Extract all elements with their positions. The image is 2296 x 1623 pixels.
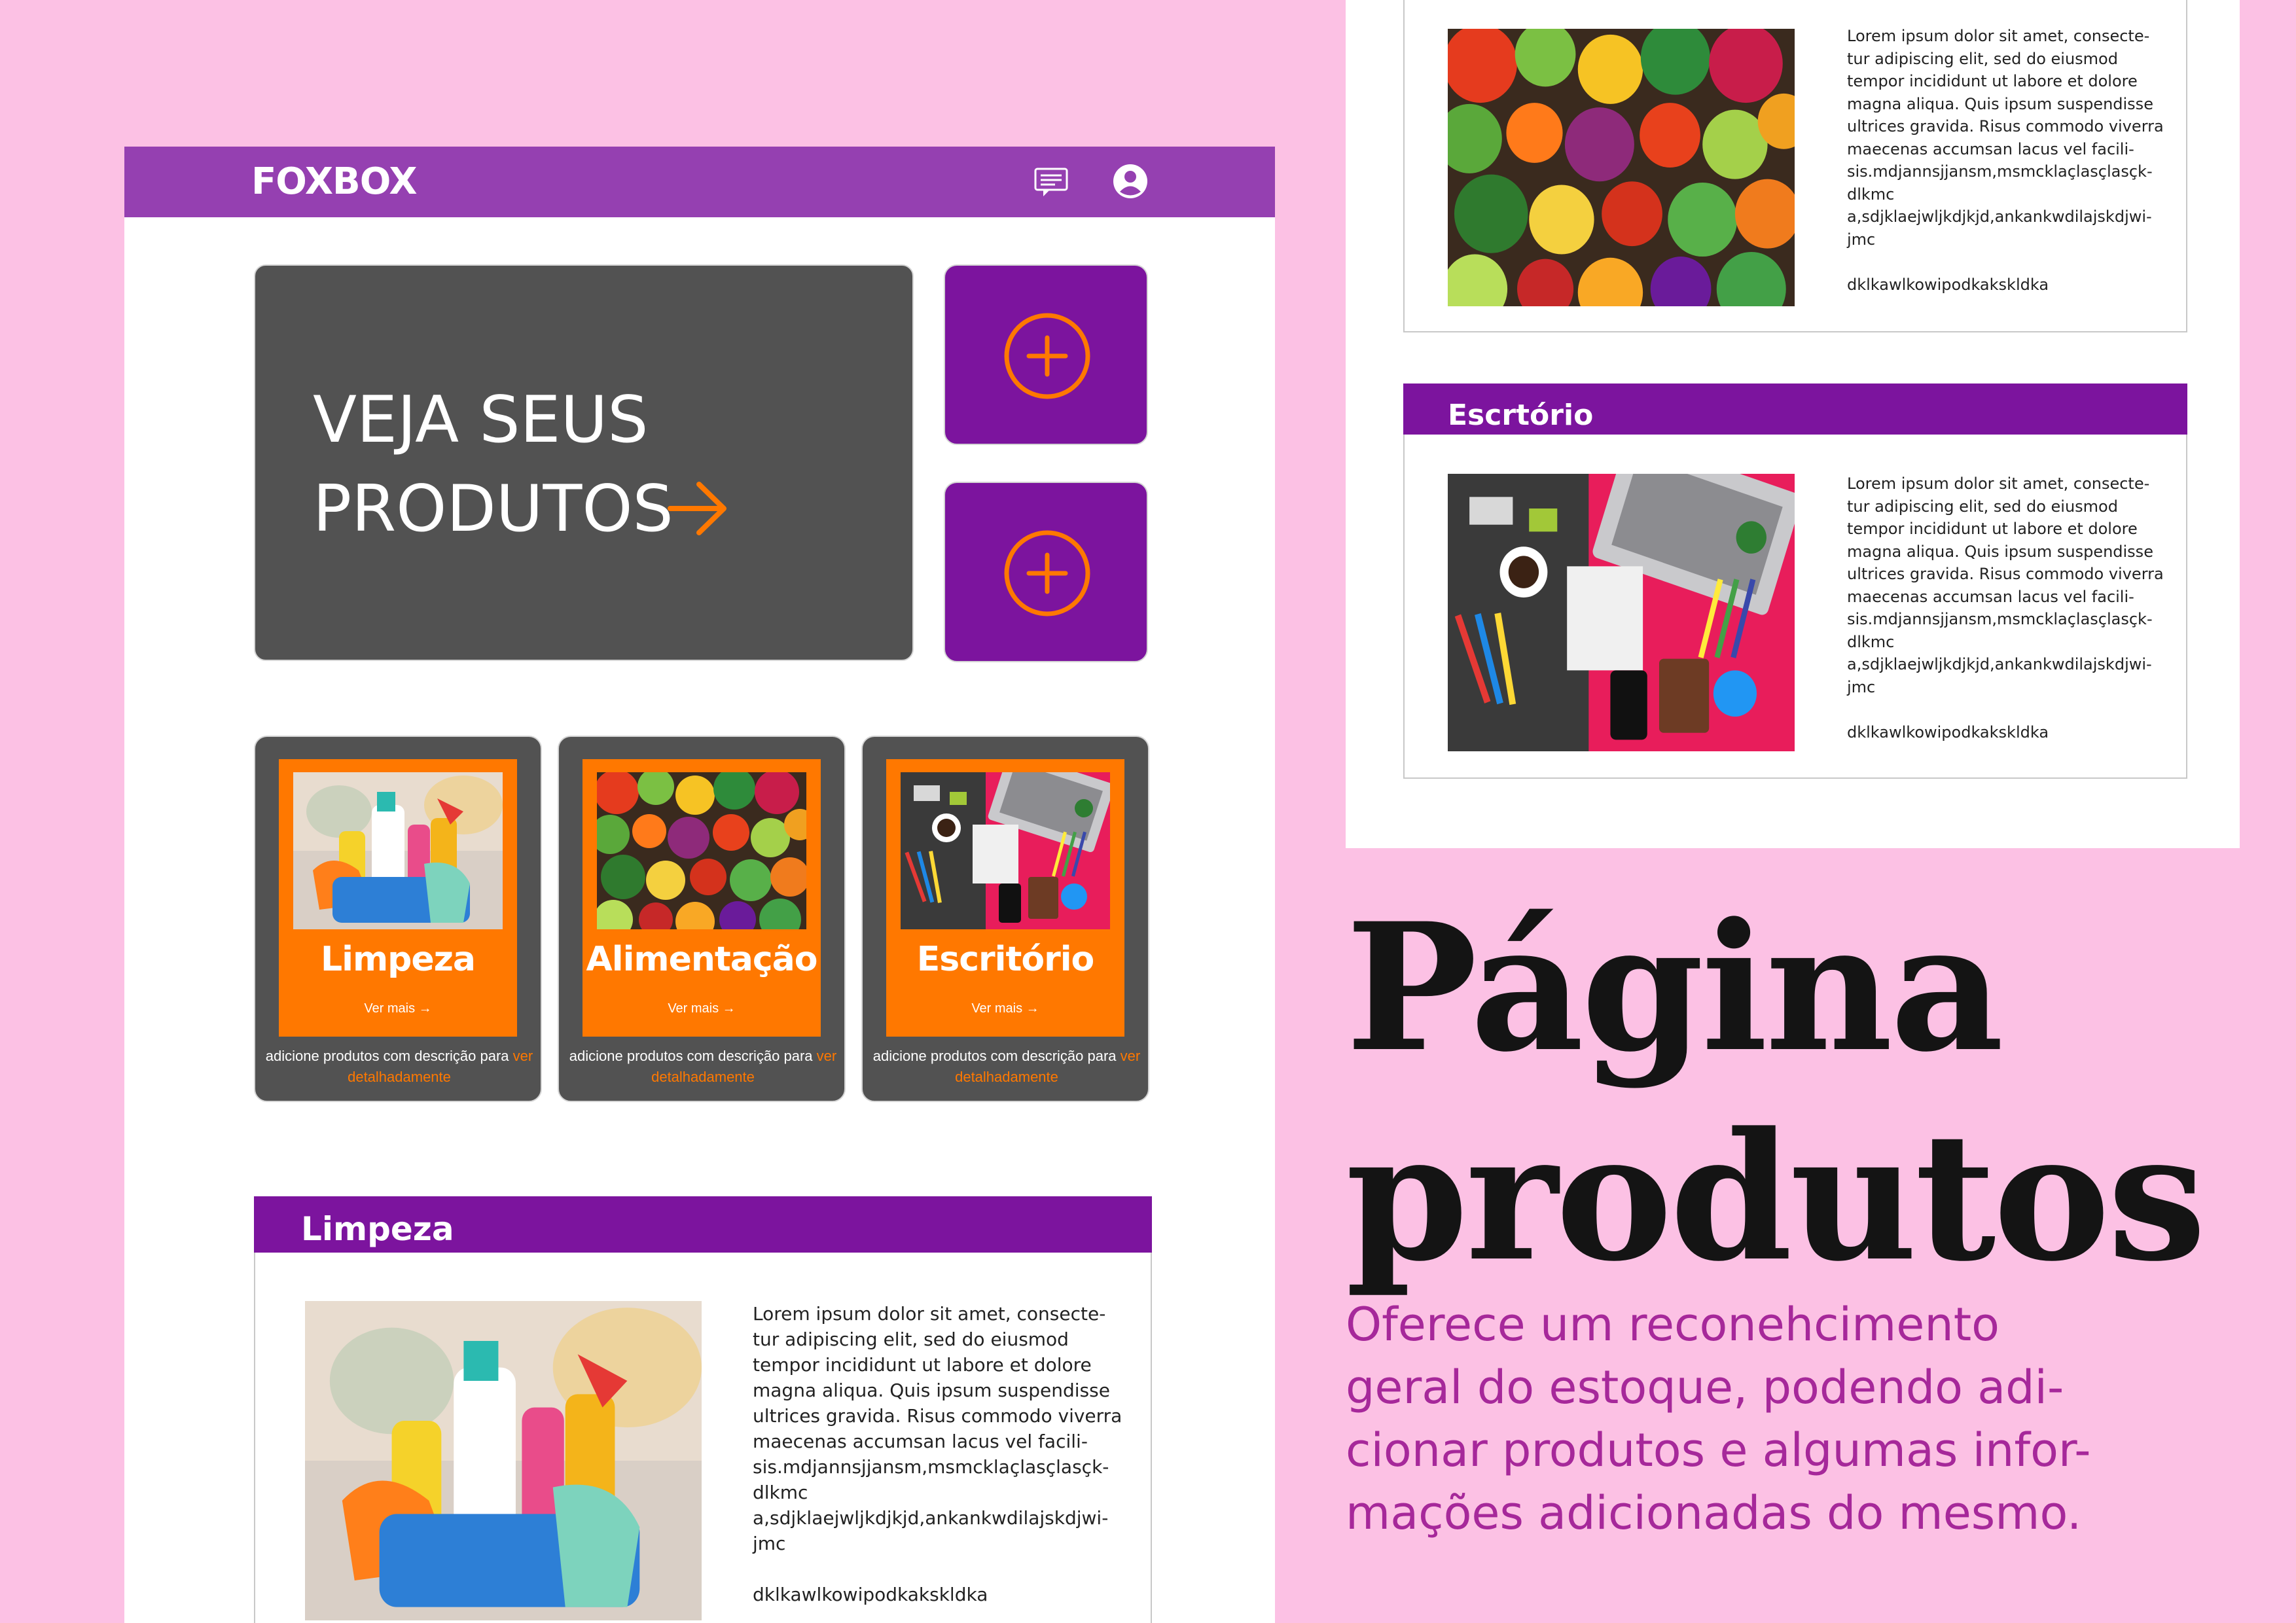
add-product-button-2[interactable] [944,482,1148,662]
logo[interactable]: FOXBOX [251,158,418,205]
vegetables-photo [1448,29,1795,306]
section-body: Lorem ipsum dolor sit amet, consecte- tu… [753,1303,1122,1605]
category-description: adicione produtos com descrição para ver… [559,1046,847,1088]
arrow-right-icon [666,479,729,538]
category-title: Escritório [916,940,1095,979]
category-description: adicione produtos com descrição para ver… [255,1046,543,1088]
category-title: Alimentação [586,940,818,979]
category-section-limpeza: Limpeza Lorem ipsum dolor sit amet, cons… [254,1196,1152,1623]
see-more-link[interactable]: Ver mais → [583,999,821,1018]
description-text: adicione produtos com descrição para [569,1048,817,1064]
category-card-escritorio[interactable]: Escritório Ver mais → adicione produtos … [861,736,1149,1102]
chat-icon[interactable] [1033,164,1069,200]
description-text: adicione produtos com descrição para [265,1048,513,1064]
plus-circle-icon [1004,530,1090,616]
cleaning-products-photo [293,772,503,929]
section-body: Lorem ipsum dolor sit amet, consecte- tu… [1847,27,2164,294]
category-panel: Limpeza Ver mais → [279,759,517,1037]
page-description: Oferece um reconehcimento geral do estoq… [1346,1298,2091,1540]
category-panel: Escritório Ver mais → [886,759,1124,1037]
category-panel: Alimentação Ver mais → [583,759,821,1037]
section-header: Limpeza [254,1196,1152,1253]
app-mockup: FOXBOX VEJA SEUS PRODUTOS Limpeza Ver ma… [124,147,1275,1623]
plus-circle-icon [1004,313,1090,399]
category-card-alimentacao[interactable]: Alimentação Ver mais → adicione produtos… [558,736,846,1102]
top-bar: FOXBOX [124,147,1275,217]
section-title: Limpeza [301,1210,454,1248]
cleaning-products-photo [305,1301,702,1620]
view-products-card[interactable]: VEJA SEUS PRODUTOS [254,264,914,661]
description-text: adicione produtos com descrição para [872,1048,1121,1064]
category-section-escritorio: Escrtório Lorem ipsum dolor sit amet, co… [1403,383,2187,779]
see-more-link[interactable]: Ver mais → [886,999,1124,1018]
category-card-limpeza[interactable]: Limpeza Ver mais → adicione produtos com… [254,736,542,1102]
hero-title-line1: VEJA SEUS [313,383,649,457]
category-section-alimentacao: Lorem ipsum dolor sit amet, consecte- tu… [1403,0,2187,332]
see-more-link[interactable]: Ver mais → [279,999,517,1018]
office-desk-photo [901,772,1110,929]
hero-title-line2: PRODUTOS [313,472,673,546]
category-title: Limpeza [321,940,476,979]
detail-panel: Lorem ipsum dolor sit amet, consecte- tu… [1346,0,2240,848]
section-header: Escrtório [1403,383,2187,435]
section-body: Lorem ipsum dolor sit amet, consecte- tu… [1847,474,2164,741]
section-title: Escrtório [1448,399,1594,432]
office-desk-photo [1448,474,1795,751]
add-product-button-1[interactable] [944,264,1148,445]
category-description: adicione produtos com descrição para ver… [863,1046,1151,1088]
page-title: Página produtos [1346,885,2206,1300]
vegetables-photo [597,772,806,929]
user-account-icon[interactable] [1111,162,1149,200]
